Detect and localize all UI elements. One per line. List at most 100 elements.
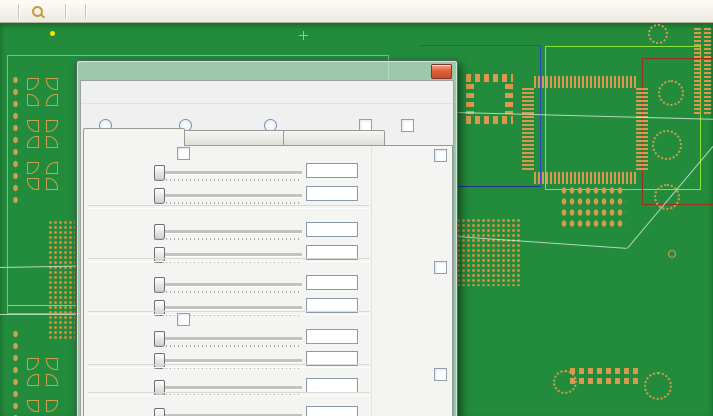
- pcb-circular-footprint: [652, 130, 682, 160]
- percent-checkbox[interactable]: [177, 147, 194, 160]
- param-value-input[interactable]: [306, 378, 358, 393]
- pcb-fiducial-group: [27, 120, 59, 148]
- pcb-pad-column: [11, 328, 21, 416]
- dialog-body: [80, 80, 454, 416]
- pcb-qfp-small: [466, 74, 513, 82]
- section-divider: [88, 392, 370, 396]
- pcb-circular-footprint: [553, 370, 577, 394]
- pcb-group-rect-red: [642, 58, 713, 205]
- param-row-height-upper: [84, 163, 374, 183]
- pcb-via: [668, 250, 676, 258]
- param-slider[interactable]: [154, 171, 302, 175]
- param-row-x-offset: [84, 329, 374, 349]
- pcb-pad-column: [11, 74, 21, 206]
- pcb-trace-line: [7, 305, 76, 306]
- pcb-qfp-large: [534, 172, 636, 184]
- tab-rgb[interactable]: [283, 130, 385, 145]
- pcb-pad-row: [570, 378, 642, 384]
- option-group-header: [376, 260, 450, 274]
- param-slider[interactable]: [154, 337, 302, 341]
- slider-ticks: [154, 179, 302, 181]
- checkbox-icon: [177, 147, 190, 160]
- pcb-fiducial-group: [27, 78, 59, 106]
- pcb-fiducial-group: [27, 162, 59, 190]
- section-divider: [88, 205, 370, 209]
- dialog-toolbar: [81, 81, 453, 104]
- checkbox-icon: [177, 313, 190, 326]
- pcb-qfp-small: [466, 84, 474, 114]
- tab-extended[interactable]: [183, 130, 285, 145]
- slider-ticks: [154, 202, 302, 204]
- pcb-bga-grid: [456, 218, 522, 286]
- pcb-qfp-small: [466, 116, 513, 124]
- param-value-input[interactable]: [306, 406, 358, 416]
- option-group-header: [376, 367, 450, 381]
- option-group-detect: [376, 260, 450, 274]
- param-row-volume-lower: [84, 298, 374, 318]
- app-window: [0, 0, 713, 416]
- close-icon[interactable]: [431, 64, 452, 79]
- pcb-net-line-navy: [456, 186, 541, 187]
- pcb-qfp-large: [534, 76, 636, 88]
- param-value-input[interactable]: [306, 222, 358, 237]
- param-slider[interactable]: [154, 230, 302, 234]
- tab-strip: [83, 128, 451, 145]
- search-icon[interactable]: [32, 6, 43, 17]
- param-slider[interactable]: [154, 253, 302, 257]
- pcb-fiducial-group: [27, 400, 59, 416]
- toolbar-separator: [85, 4, 87, 19]
- param-slider[interactable]: [154, 194, 302, 198]
- param-value-input[interactable]: [306, 186, 358, 201]
- param-slider[interactable]: [154, 359, 302, 363]
- tab-general[interactable]: [83, 128, 185, 146]
- param-row-height-lower: [84, 186, 374, 206]
- pcb-pad-row: [570, 368, 642, 374]
- param-row-area-lower: [84, 245, 374, 265]
- pcb-edge-pads: [704, 28, 711, 116]
- param-row-y-offset: [84, 351, 374, 371]
- section-divider: [88, 311, 370, 315]
- pcb-origin-marker: [50, 31, 55, 36]
- param-row-volume-upper: [84, 275, 374, 295]
- param-slider[interactable]: [154, 386, 302, 390]
- pcb-qfp-small: [505, 84, 513, 114]
- detection-settings-dialog: [76, 60, 458, 416]
- option-group-save: [376, 367, 450, 381]
- pcb-bga-grid: [48, 220, 75, 340]
- pcb-cross-marker: [303, 31, 304, 40]
- pcb-fiducial-group: [27, 358, 59, 386]
- tab-panel-general: [83, 145, 453, 416]
- pcb-qfp-large: [636, 88, 648, 172]
- section-divider: [88, 258, 370, 262]
- pcb-circular-footprint: [658, 80, 684, 106]
- param-slider[interactable]: [154, 283, 302, 287]
- pcb-qfp-large: [522, 88, 534, 172]
- param-value-input[interactable]: [306, 275, 358, 290]
- pcb-outline-line: [0, 314, 76, 315]
- pcb-edge-pads: [694, 28, 701, 116]
- pcb-circular-footprint: [644, 372, 672, 400]
- main-toolbar: [0, 0, 713, 23]
- option-group-values: [376, 148, 450, 162]
- option-group-header: [376, 148, 450, 162]
- param-value-input[interactable]: [306, 163, 358, 178]
- param-row-stencil-thickness: [84, 406, 374, 416]
- pcb-pad-pairs: [560, 185, 626, 231]
- group-header-checkbox[interactable]: [434, 368, 447, 381]
- section-divider: [88, 364, 370, 368]
- toolbar-separator: [18, 4, 20, 19]
- pcb-net-line-blue: [540, 45, 541, 187]
- slider-ticks: [154, 238, 302, 240]
- param-value-input[interactable]: [306, 329, 358, 344]
- pcb-net-line-blue: [420, 45, 540, 46]
- group-header-checkbox[interactable]: [434, 149, 447, 162]
- param-slider[interactable]: [154, 306, 302, 310]
- group-header-checkbox[interactable]: [434, 261, 447, 274]
- param-row-area-upper: [84, 222, 374, 242]
- percent-checkbox[interactable]: [177, 313, 194, 326]
- slider-ticks: [154, 345, 302, 347]
- pcb-circular-footprint: [648, 24, 668, 44]
- slider-ticks: [154, 291, 302, 293]
- toolbar-separator: [65, 4, 67, 19]
- slider-thumb[interactable]: [154, 408, 165, 416]
